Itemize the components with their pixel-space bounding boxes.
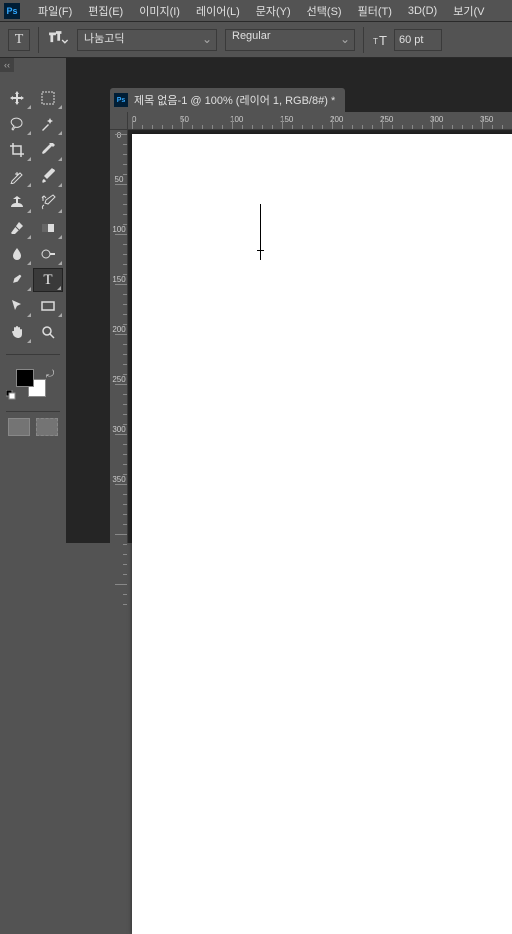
menu-file[interactable]: 파일(F) xyxy=(30,3,80,19)
hand-tool[interactable] xyxy=(2,320,32,344)
foreground-color[interactable] xyxy=(16,369,34,387)
rectangle-tool[interactable] xyxy=(33,294,63,318)
font-family-select[interactable]: 나눔고딕 xyxy=(77,29,217,51)
document-icon: Ps xyxy=(114,93,128,107)
zoom-tool[interactable] xyxy=(33,320,63,344)
collapse-panels-button[interactable]: ‹‹ xyxy=(0,58,14,72)
text-orientation-icon xyxy=(47,29,69,51)
workspace: Ps 제목 없음-1 @ 100% (레이어 1, RGB/8#) * 0 50… xyxy=(66,58,512,543)
menu-3d[interactable]: 3D(D) xyxy=(400,5,445,17)
ruler-tick: 100 xyxy=(112,226,126,233)
path-select-tool[interactable] xyxy=(2,294,32,318)
canvas-viewport[interactable] xyxy=(128,130,512,543)
document-tab[interactable]: Ps 제목 없음-1 @ 100% (레이어 1, RGB/8#) * xyxy=(110,88,345,112)
menu-image[interactable]: 이미지(I) xyxy=(131,3,188,19)
ruler-tick: 200 xyxy=(112,326,126,333)
font-family-value: 나눔고딕 xyxy=(84,33,124,45)
canvas-area: 0 50 100 150 200 250 300 350 0 50 100 15… xyxy=(110,112,512,543)
menu-view[interactable]: 보기(V xyxy=(445,3,492,19)
quick-mask-button[interactable] xyxy=(36,418,58,436)
ruler-tick: 150 xyxy=(112,276,126,283)
color-swatches: ⤾ xyxy=(2,369,64,405)
options-bar: T 나눔고딕 Regular TT 60 pt xyxy=(0,22,512,58)
eraser-tool[interactable] xyxy=(2,216,32,240)
ruler-tick: 250 xyxy=(112,376,126,383)
menu-select[interactable]: 선택(S) xyxy=(299,3,350,19)
ruler-tick: 300 xyxy=(112,426,126,433)
menu-layer[interactable]: 레이어(L) xyxy=(188,3,248,19)
menu-bar: Ps 파일(F) 편집(E) 이미지(I) 레이어(L) 문자(Y) 선택(S)… xyxy=(0,0,512,22)
font-style-select[interactable]: Regular xyxy=(225,29,355,51)
crop-tool[interactable] xyxy=(2,138,32,162)
toolbox: T ⤾ xyxy=(0,82,66,440)
dodge-tool[interactable] xyxy=(33,242,63,266)
svg-text:T: T xyxy=(373,37,378,46)
canvas-page[interactable] xyxy=(132,134,512,934)
marquee-tool[interactable] xyxy=(33,86,63,110)
eyedropper-tool[interactable] xyxy=(33,138,63,162)
ruler-vertical[interactable]: 0 50 100 150 200 250 300 350 xyxy=(110,130,128,543)
font-size-value: 60 pt xyxy=(399,34,423,46)
menu-filter[interactable]: 필터(T) xyxy=(350,3,400,19)
clone-stamp-tool[interactable] xyxy=(2,190,32,214)
history-brush-tool[interactable] xyxy=(33,190,63,214)
font-size-icon: TT xyxy=(372,31,390,49)
gradient-tool[interactable] xyxy=(33,216,63,240)
current-tool-indicator[interactable]: T xyxy=(8,29,30,51)
lasso-tool[interactable] xyxy=(2,112,32,136)
font-style-value: Regular xyxy=(232,30,271,42)
document-title: 제목 없음-1 @ 100% (레이어 1, RGB/8#) * xyxy=(134,92,335,108)
menu-type[interactable]: 문자(Y) xyxy=(248,3,299,19)
healing-brush-tool[interactable] xyxy=(2,164,32,188)
ruler-corner[interactable] xyxy=(110,112,128,130)
ruler-tick: 350 xyxy=(112,476,126,483)
ruler-horizontal[interactable]: 0 50 100 150 200 250 300 350 xyxy=(128,112,512,130)
separator xyxy=(363,27,364,53)
font-size-input[interactable]: 60 pt xyxy=(394,29,442,51)
text-insertion-cursor xyxy=(260,204,261,260)
separator xyxy=(38,27,39,53)
font-size-group: TT 60 pt xyxy=(372,29,442,51)
app-logo: Ps xyxy=(4,3,20,19)
svg-text:T: T xyxy=(379,33,387,48)
default-colors-button[interactable] xyxy=(6,387,16,397)
swap-colors-button[interactable]: ⤾ xyxy=(46,369,54,380)
pen-tool[interactable] xyxy=(2,268,32,292)
type-tool[interactable]: T xyxy=(33,268,63,292)
text-orientation-button[interactable] xyxy=(47,29,69,51)
standard-mode-button[interactable] xyxy=(8,418,30,436)
blur-tool[interactable] xyxy=(2,242,32,266)
menu-edit[interactable]: 편집(E) xyxy=(80,3,131,19)
ruler-tick: 50 xyxy=(112,176,126,183)
brush-tool[interactable] xyxy=(33,164,63,188)
magic-wand-tool[interactable] xyxy=(33,112,63,136)
quick-mask-row xyxy=(2,418,64,436)
move-tool[interactable] xyxy=(2,86,32,110)
